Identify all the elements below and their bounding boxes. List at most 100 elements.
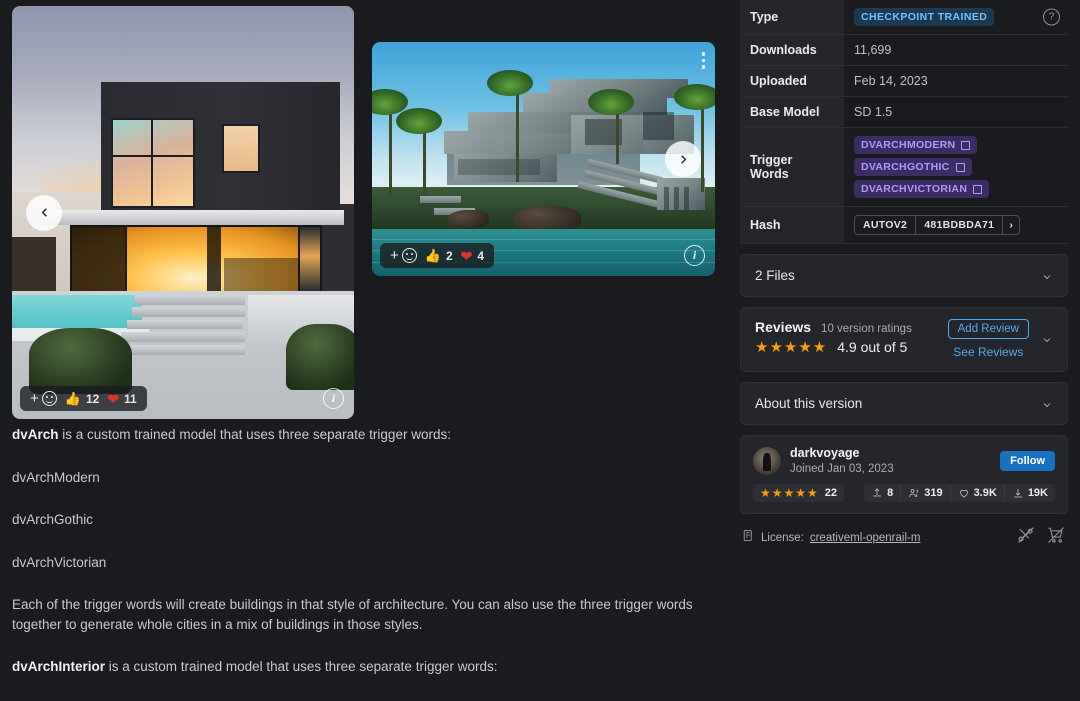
image-info-button[interactable]: i — [323, 388, 344, 409]
description-paragraph-1: dvArch is a custom trained model that us… — [12, 427, 451, 442]
chevron-down-icon[interactable] — [1041, 398, 1053, 410]
gallery-prev-button[interactable] — [26, 194, 62, 231]
files-panel-title: 2 Files — [755, 268, 795, 283]
heart-count: 4 — [477, 248, 485, 263]
stat-downloads-value: 19K — [1027, 487, 1048, 499]
plus-icon: + — [30, 390, 39, 407]
version-ratings-count: 10 version ratings — [821, 323, 912, 335]
files-panel-header[interactable]: 2 Files — [741, 255, 1067, 296]
heart-reaction[interactable]: ❤ 11 — [107, 392, 136, 406]
trigger-word-chip[interactable]: DVARCHVICTORIAN — [854, 180, 990, 198]
model-detail-page: + 👍 12 ❤ 11 i + 👍 2 ❤ 4 i dvArch is a cu… — [0, 0, 1080, 701]
rating-score: 4.9 out of 5 — [837, 339, 908, 355]
reviews-summary: Reviews 10 version ratings ★★★★★ 4.9 out… — [755, 319, 948, 355]
left-column: + 👍 12 ❤ 11 i + 👍 2 ❤ 4 i dvArch is a cu… — [0, 0, 728, 701]
add-review-button[interactable]: Add Review — [947, 319, 1029, 339]
copy-icon[interactable] — [961, 140, 971, 150]
model-description: dvArch is a custom trained model that us… — [0, 425, 728, 701]
heart-reaction[interactable]: ❤ 4 — [461, 249, 484, 263]
hash-expand-button[interactable]: › — [1002, 216, 1019, 234]
description-paragraph-6: dvArchInterior is a custom trained model… — [12, 659, 498, 675]
spec-value-type: CHECKPOINT TRAINED ? — [844, 0, 1068, 35]
about-version-panel[interactable]: About this version — [740, 382, 1068, 425]
spec-value-uploaded: Feb 14, 2023 — [854, 74, 928, 88]
reaction-bar[interactable]: + 👍 12 ❤ 11 — [20, 386, 147, 411]
table-row-downloads: Downloads 11,699 — [740, 34, 1068, 66]
type-badge[interactable]: CHECKPOINT TRAINED — [854, 8, 995, 26]
table-row-base-model: Base Model SD 1.5 — [740, 96, 1068, 128]
gallery-image-primary[interactable]: + 👍 12 ❤ 11 i — [12, 6, 354, 419]
thumbs-up-count: 2 — [445, 248, 453, 263]
dvarch-bold: dvArch — [12, 427, 59, 442]
help-icon[interactable]: ? — [1043, 8, 1060, 26]
follow-button[interactable]: Follow — [1000, 451, 1055, 471]
hash-group[interactable]: AUTOV2 481BDBDA71 › — [854, 215, 1020, 235]
image-info-button[interactable]: i — [684, 245, 705, 266]
table-row-trigger-words: Trigger Words DVARCHMODERN DVARCHGOTHIC … — [740, 127, 1068, 207]
spec-key-base-model: Base Model — [740, 96, 844, 128]
creator-username[interactable]: darkvoyage — [790, 446, 1000, 462]
stat-likes-value: 3.9K — [973, 487, 997, 499]
brutalist-house-photo — [372, 42, 715, 276]
download-icon — [1013, 489, 1022, 498]
plus-icon: + — [390, 247, 399, 264]
creator-rating-stars: ★★★★★ — [760, 486, 819, 500]
no-sell-icon — [1046, 525, 1066, 550]
heart-icon — [959, 489, 968, 498]
creator-card: darkvoyage Joined Jan 03, 2023 Follow ★★… — [740, 435, 1068, 514]
spec-value-downloads: 11,699 — [854, 43, 892, 57]
dvarchinterior-bold: dvArchInterior — [12, 659, 106, 675]
hash-type: AUTOV2 — [863, 219, 908, 231]
gallery-next-button[interactable] — [665, 141, 701, 177]
add-reaction-button[interactable]: + — [390, 248, 417, 263]
spec-key-type: Type — [740, 0, 844, 35]
reviews-title: Reviews — [755, 319, 812, 335]
stat-followers: 319 — [900, 484, 949, 502]
avatar[interactable] — [753, 447, 781, 475]
stat-likes: 3.9K — [949, 484, 1004, 502]
dot — [701, 65, 705, 69]
trigger-word-chip[interactable]: DVARCHGOTHIC — [854, 158, 972, 176]
creator-stats: 8 319 3.9K 19K — [864, 484, 1055, 502]
right-sidebar: Type CHECKPOINT TRAINED ? Downloads 11,6… — [728, 0, 1080, 701]
description-paragraph-2: dvArchModern — [12, 469, 100, 485]
description-paragraph-3: dvArchGothic — [12, 512, 94, 528]
spec-value-hash: AUTOV2 481BDBDA71 › — [844, 207, 1068, 244]
heart-icon: ❤ — [460, 247, 473, 264]
license-link[interactable]: creativeml-openrail-m — [810, 532, 921, 544]
thumbs-up-reaction[interactable]: 👍 12 — [65, 392, 100, 406]
license-document-icon — [742, 529, 755, 547]
files-panel[interactable]: 2 Files — [740, 254, 1068, 297]
reviews-expand-button[interactable] — [1029, 333, 1053, 345]
add-reaction-button[interactable]: + — [30, 391, 57, 406]
thumbs-up-reaction[interactable]: 👍 2 — [425, 249, 453, 263]
dot — [701, 58, 705, 62]
image-options-menu-button[interactable] — [701, 52, 705, 69]
spec-value-trigger-words: DVARCHMODERN DVARCHGOTHIC DVARCHVICTORIA… — [844, 128, 1068, 207]
stat-downloads: 19K — [1003, 484, 1055, 502]
description-paragraph-4: dvArchVictorian — [12, 554, 107, 570]
spec-key-uploaded: Uploaded — [740, 65, 844, 97]
license-row: License: creativeml-openrail-m — [740, 525, 1068, 550]
reaction-bar[interactable]: + 👍 2 ❤ 4 — [380, 243, 495, 268]
creator-joined-date: Joined Jan 03, 2023 — [790, 462, 894, 475]
stat-uploads-value: 8 — [887, 487, 894, 499]
about-version-header[interactable]: About this version — [741, 383, 1067, 424]
about-version-title: About this version — [755, 396, 863, 411]
copy-icon[interactable] — [973, 184, 983, 194]
copy-icon[interactable] — [955, 162, 965, 172]
description-paragraph-5: Each of the trigger words will create bu… — [12, 597, 693, 632]
chevron-down-icon[interactable] — [1041, 270, 1053, 282]
thumbs-up-icon: 👍 — [64, 391, 81, 406]
see-reviews-link[interactable]: See Reviews — [953, 345, 1023, 359]
reviews-panel: Reviews 10 version ratings ★★★★★ 4.9 out… — [740, 307, 1068, 372]
no-commercial-use-icon — [1016, 525, 1036, 550]
creator-rating-chip: ★★★★★ 22 — [753, 484, 845, 502]
gallery-image-secondary[interactable]: + 👍 2 ❤ 4 i — [372, 42, 715, 276]
trigger-word-chip[interactable]: DVARCHMODERN — [854, 136, 978, 154]
spec-key-hash: Hash — [740, 206, 844, 244]
chevron-down-icon[interactable] — [1041, 333, 1053, 345]
dot — [701, 52, 705, 56]
chevron-left-icon — [41, 208, 47, 217]
upload-icon — [873, 488, 882, 497]
